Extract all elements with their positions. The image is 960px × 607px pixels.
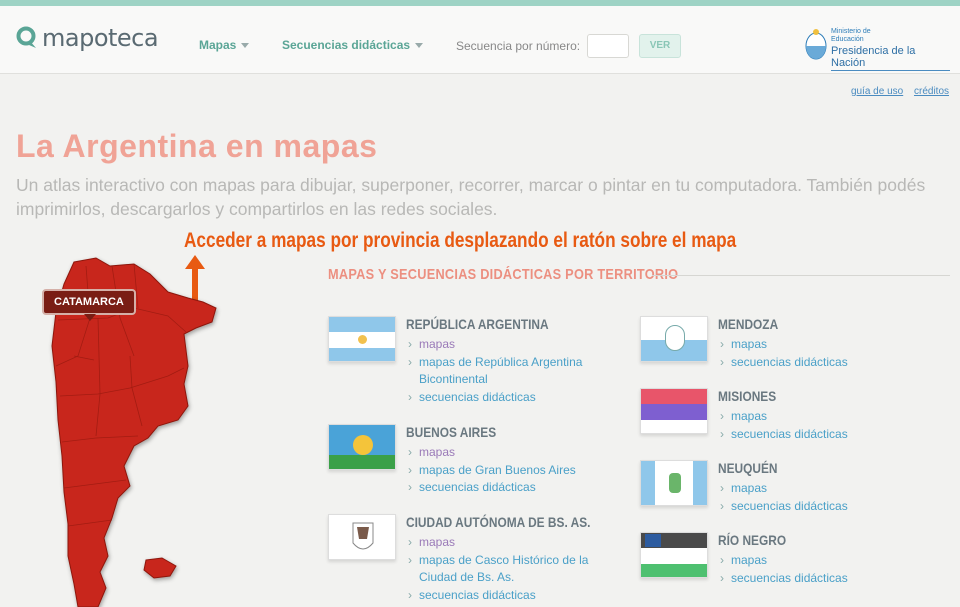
top-links: guía de uso créditos xyxy=(843,86,949,97)
maps-link[interactable]: mapas xyxy=(408,336,608,354)
sequences-link[interactable]: secuencias didácticas xyxy=(720,426,920,444)
sequence-label: Secuencia por número: xyxy=(456,39,581,53)
sequences-link[interactable]: secuencias didácticas xyxy=(720,498,920,516)
page-subtitle: Un atlas interactivo con mapas para dibu… xyxy=(16,175,926,219)
province-item-rio-negro: RÍO NEGRO mapas secuencias didácticas xyxy=(640,532,940,592)
chevron-down-icon xyxy=(241,42,250,48)
province-name: MISIONES xyxy=(718,388,777,404)
sequences-link[interactable]: secuencias didácticas xyxy=(408,479,608,497)
province-name: RÍO NEGRO xyxy=(718,532,787,548)
ver-button[interactable]: VER xyxy=(639,34,681,58)
province-name: REPÚBLICA ARGENTINA xyxy=(406,316,549,332)
province-name: MENDOZA xyxy=(718,316,779,332)
flag-rio-negro-icon xyxy=(640,532,708,578)
maps-link[interactable]: mapas xyxy=(720,552,920,570)
section-divider xyxy=(652,275,950,276)
province-item-neuquen: NEUQUÉN mapas secuencias didácticas xyxy=(640,460,940,520)
maps-link[interactable]: mapas xyxy=(720,408,920,426)
map-hint-text: Acceder a mapas por provincia desplazand… xyxy=(184,229,737,252)
credits-link[interactable]: créditos xyxy=(914,86,949,97)
bicontinental-maps-link[interactable]: mapas de República Argentina Bicontinent… xyxy=(408,354,608,389)
presidency-name: Presidencia de la Nación xyxy=(831,45,950,71)
nav-mapas[interactable]: Mapas xyxy=(199,38,250,52)
province-tooltip: CATAMARCA xyxy=(42,289,136,321)
caba-shield-icon xyxy=(352,522,374,550)
maps-link[interactable]: mapas xyxy=(720,336,920,354)
site-header: mapoteca Mapas Secuencias didácticas Sec… xyxy=(0,6,960,74)
province-name: NEUQUÉN xyxy=(718,460,778,476)
gba-maps-link[interactable]: mapas de Gran Buenos Aires xyxy=(408,462,608,480)
flag-argentina-icon xyxy=(328,316,396,362)
tierra-del-fuego[interactable] xyxy=(143,557,177,579)
flag-buenos-aires-icon xyxy=(328,424,396,470)
nav-secuencias-label: Secuencias didácticas xyxy=(282,38,411,52)
sequences-link[interactable]: secuencias didácticas xyxy=(720,354,920,372)
flag-neuquen-icon xyxy=(640,460,708,506)
mapoteca-logo[interactable]: mapoteca xyxy=(16,24,159,52)
section-title: MAPAS Y SECUENCIAS DIDÁCTICAS POR TERRIT… xyxy=(328,266,679,283)
historic-center-maps-link[interactable]: mapas de Casco Histórico de la Ciudad de… xyxy=(408,552,608,587)
pin-icon xyxy=(16,26,36,48)
province-name: CIUDAD AUTÓNOMA DE BS. AS. xyxy=(406,514,591,530)
sequence-number-input[interactable] xyxy=(587,34,629,58)
sequences-link[interactable]: secuencias didácticas xyxy=(408,389,608,407)
province-item-republica-argentina: REPÚBLICA ARGENTINA mapas mapas de Repúb… xyxy=(328,316,628,406)
coat-of-arms-icon xyxy=(805,29,827,60)
flag-misiones-icon xyxy=(640,388,708,434)
maps-link[interactable]: mapas xyxy=(408,444,608,462)
nav-secuencias[interactable]: Secuencias didácticas xyxy=(282,38,424,52)
province-name: BUENOS AIRES xyxy=(406,424,497,440)
nav-mapas-label: Mapas xyxy=(199,38,237,52)
sequences-link[interactable]: secuencias didácticas xyxy=(408,587,608,605)
sequences-link[interactable]: secuencias didácticas xyxy=(720,570,920,588)
province-item-buenos-aires: BUENOS AIRES mapas mapas de Gran Buenos … xyxy=(328,424,628,497)
logo-text: mapoteca xyxy=(42,24,159,52)
ministry-logo[interactable]: Ministerio de Educación Presidencia de l… xyxy=(804,26,950,71)
province-item-misiones: MISIONES mapas secuencias didácticas xyxy=(640,388,940,448)
flag-caba-icon xyxy=(328,514,396,560)
usage-guide-link[interactable]: guía de uso xyxy=(851,86,903,97)
province-item-mendoza: MENDOZA mapas secuencias didácticas xyxy=(640,316,940,376)
province-item-caba: CIUDAD AUTÓNOMA DE BS. AS. mapas mapas d… xyxy=(328,514,628,604)
maps-link[interactable]: mapas xyxy=(720,480,920,498)
page-title: La Argentina en mapas xyxy=(16,128,378,164)
flag-mendoza-icon xyxy=(640,316,708,362)
chevron-down-icon xyxy=(415,42,424,48)
maps-link[interactable]: mapas xyxy=(408,534,608,552)
ministry-name: Ministerio de Educación xyxy=(831,28,871,43)
